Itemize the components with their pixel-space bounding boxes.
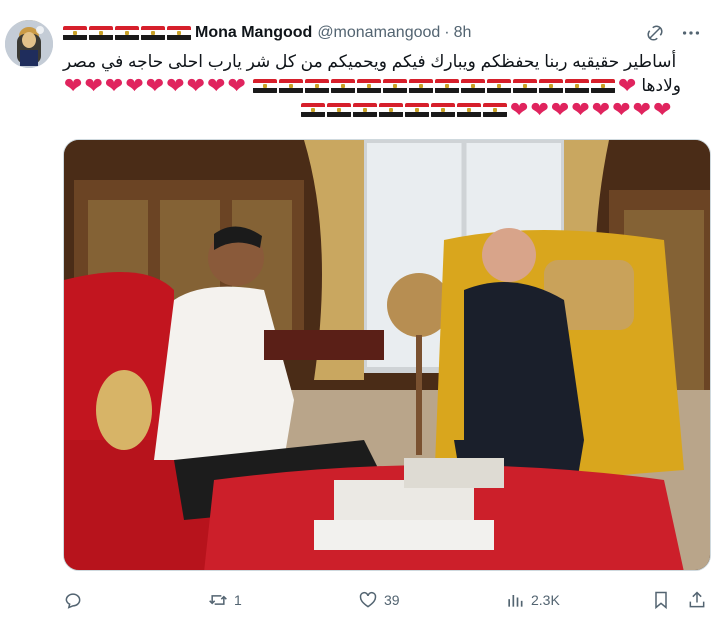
egypt-flag-icon	[460, 78, 485, 94]
display-name[interactable]: Mona Mangood	[195, 24, 312, 42]
egypt-flag-icon	[327, 102, 351, 118]
separator-dot: ·	[444, 24, 450, 41]
repost-icon	[209, 595, 227, 605]
heart-emoji-icon: ❤	[227, 73, 246, 98]
heart-emoji-icon: ❤	[550, 97, 570, 122]
egypt-flag-icon	[431, 102, 455, 118]
egypt-flag-icon	[89, 25, 113, 41]
egypt-flag-icon	[382, 78, 407, 94]
egypt-flag-icon	[304, 78, 329, 94]
text-line-2: ❤ ❤ ❤ ❤ ❤ ❤ ❤ ❤ ❤ ❤ ولادها	[63, 74, 712, 98]
tweet-text: أساطير حقيقيه ربنا يحفظكم ويبارك فيكم وي…	[63, 50, 712, 122]
heart-emoji-icon: ❤	[591, 97, 611, 122]
views-icon	[508, 595, 523, 607]
view-count: 2.3K	[531, 592, 560, 608]
tweet-card[interactable]: Mona Mangood @monamangood · 8h أساطير حق…	[0, 0, 720, 629]
heart-emoji-icon: ❤	[186, 73, 206, 98]
egypt-flag-icon	[483, 102, 507, 118]
egypt-flag-icon	[63, 25, 87, 41]
tweet-photo[interactable]	[63, 139, 711, 571]
tweet-header: Mona Mangood @monamangood · 8h	[63, 20, 704, 46]
share-button[interactable]	[687, 588, 707, 612]
heart-emoji-icon: ❤	[166, 73, 185, 98]
bookmark-button[interactable]	[651, 588, 671, 612]
more-icon[interactable]	[680, 22, 702, 44]
avatar[interactable]	[5, 20, 53, 68]
heart-emoji-icon: ❤	[125, 73, 144, 98]
photo-illustration	[64, 140, 710, 570]
heart-emoji-icon: ❤	[145, 73, 165, 98]
grok-icon[interactable]	[646, 24, 664, 42]
egypt-flag-icon	[141, 25, 165, 41]
heart-emoji-icon: ❤	[207, 73, 226, 98]
egypt-flag-icon	[538, 78, 563, 94]
tweet-actions: 1 39 2.3K	[63, 588, 710, 612]
egypt-flag-icon	[353, 102, 377, 118]
like-button[interactable]: 39	[358, 588, 400, 612]
egypt-flag-icon	[252, 78, 277, 94]
egypt-flag-icon	[356, 78, 381, 94]
heart-emoji-icon: ❤	[571, 97, 590, 122]
heart-emoji-icon: ❤	[64, 73, 83, 98]
egypt-flag-icon	[301, 102, 325, 118]
heart-emoji-icon: ❤	[653, 97, 672, 122]
tweet-text-line1: أساطير حقيقيه ربنا يحفظكم ويبارك فيكم وي…	[63, 52, 677, 71]
egypt-flag-icon	[278, 78, 303, 94]
egypt-flag-icon	[115, 25, 139, 41]
timestamp[interactable]: 8h	[454, 24, 472, 42]
user-handle[interactable]: @monamangood	[317, 24, 440, 42]
bookmark-icon	[655, 591, 667, 610]
egypt-flag-icon	[434, 78, 459, 94]
heart-emoji-icon: ❤	[530, 97, 549, 122]
heart-emoji-icon: ❤	[104, 73, 124, 98]
heart-emoji-icon: ❤	[84, 73, 103, 98]
egypt-flag-icon	[590, 78, 615, 94]
egypt-flag-icon	[512, 78, 537, 94]
egypt-flag-icon	[408, 78, 433, 94]
like-count: 39	[384, 592, 400, 608]
text-line-3: ❤ ❤ ❤ ❤ ❤ ❤ ❤ ❤	[63, 98, 712, 122]
reply-icon	[65, 593, 81, 609]
egypt-flag-icon	[167, 25, 191, 41]
heart-emoji-icon: ❤	[510, 97, 529, 122]
heart-emoji-icon: ❤	[617, 73, 637, 98]
egypt-flag-icon	[379, 102, 403, 118]
reply-button[interactable]	[63, 588, 89, 612]
egypt-flag-icon	[457, 102, 481, 118]
heart-icon	[359, 591, 377, 608]
heart-emoji-icon: ❤	[612, 97, 631, 122]
egypt-flag-icon	[564, 78, 589, 94]
tweet-text-line2: ولادها	[641, 76, 681, 95]
views-button[interactable]: 2.3K	[505, 588, 560, 612]
repost-button[interactable]: 1	[208, 588, 242, 612]
repost-count: 1	[234, 592, 242, 608]
text-line-1: أساطير حقيقيه ربنا يحفظكم ويبارك فيكم وي…	[63, 50, 712, 74]
share-icon	[689, 591, 705, 608]
egypt-flag-icon	[486, 78, 511, 94]
heart-emoji-icon: ❤	[632, 97, 652, 122]
egypt-flag-icon	[405, 102, 429, 118]
egypt-flag-icon	[330, 78, 355, 94]
